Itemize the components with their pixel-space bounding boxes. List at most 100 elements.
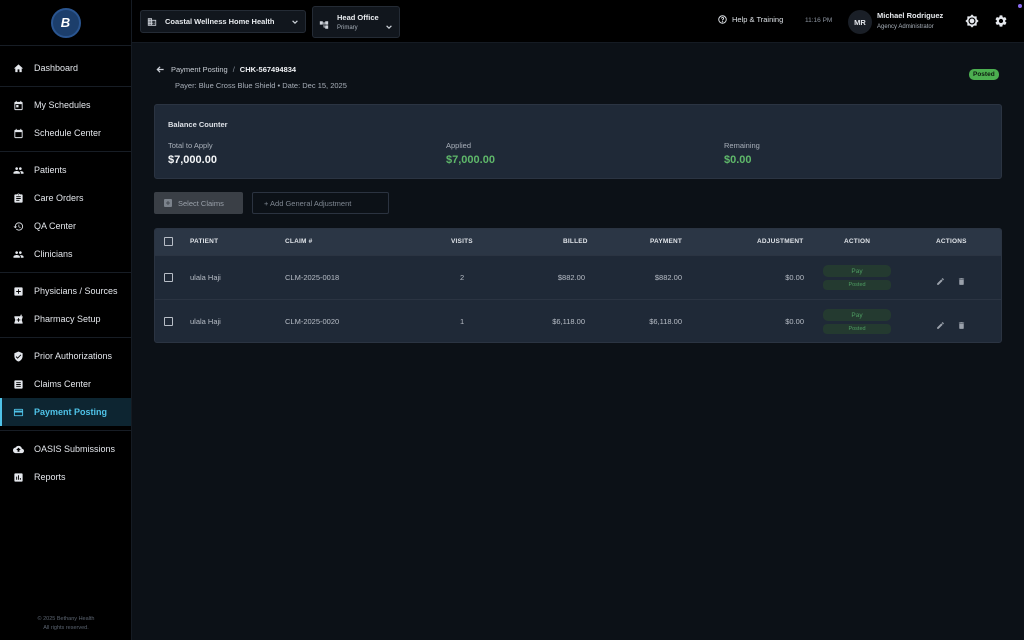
- select-claims-label: Select Claims: [178, 198, 224, 208]
- topbar: Coastal Wellness Home Health Head Office…: [132, 0, 1024, 43]
- pay-button[interactable]: Pay: [823, 265, 891, 277]
- sidebar-item-claims-center[interactable]: Claims Center: [0, 370, 131, 398]
- sidebar-item-payment-posting[interactable]: Payment Posting: [0, 398, 131, 426]
- organization-select[interactable]: Coastal Wellness Home Health: [140, 10, 306, 33]
- sidebar-item-label: Prior Authorizations: [34, 351, 113, 361]
- remaining-label: Remaining: [724, 141, 760, 150]
- gear-icon[interactable]: [994, 14, 1008, 28]
- col-billed: BILLED: [563, 238, 588, 245]
- breadcrumb-separator: /: [232, 65, 235, 74]
- sidebar-item-clinicians[interactable]: Clinicians: [0, 240, 131, 268]
- breadcrumb-parent[interactable]: Payment Posting: [171, 65, 228, 74]
- sidebar-footer: © 2025 Bethany Health All rights reserve…: [0, 615, 132, 633]
- col-patient: PATIENT: [190, 238, 219, 245]
- brand-logo[interactable]: B: [50, 7, 81, 38]
- sidebar-item-reports[interactable]: Reports: [0, 463, 131, 491]
- hierarchy-icon: [319, 17, 329, 29]
- add-general-adjustment-button[interactable]: + Add General Adjustment: [252, 192, 389, 214]
- shield-check-icon: [12, 350, 24, 362]
- office-type: Primary: [337, 25, 358, 31]
- add-adjustment-label: + Add General Adjustment: [264, 198, 352, 208]
- chevron-down-icon: [385, 18, 393, 30]
- row-checkbox[interactable]: [164, 317, 173, 326]
- payer-info: Payer: Blue Cross Blue Shield • Date: De…: [175, 81, 347, 90]
- delete-icon[interactable]: [957, 273, 966, 285]
- rights-text: All rights reserved.: [43, 625, 89, 631]
- bar-chart-icon: [12, 471, 24, 483]
- col-actions: ACTIONS: [936, 238, 967, 245]
- add-box-icon: [164, 199, 172, 207]
- sidebar-item-my-schedules[interactable]: My Schedules: [0, 91, 131, 119]
- sidebar: B Dashboard My Schedules Schedule Center…: [0, 0, 132, 640]
- user-info[interactable]: Michael Rodriguez Agency Administrator: [877, 11, 943, 30]
- back-arrow-icon[interactable]: [156, 65, 165, 74]
- row-checkbox[interactable]: [164, 273, 173, 282]
- clipboard-icon: [12, 192, 24, 204]
- logo-area: B: [0, 0, 131, 46]
- sidebar-item-label: OASIS Submissions: [34, 444, 116, 454]
- list-doc-icon: [12, 378, 24, 390]
- home-icon: [12, 62, 24, 74]
- delete-icon[interactable]: [957, 317, 966, 329]
- notification-dot: [1018, 4, 1022, 8]
- sidebar-item-label: Dashboard: [34, 63, 79, 73]
- remaining-value: $0.00: [724, 154, 752, 166]
- edit-icon[interactable]: [936, 273, 945, 285]
- table-header: PATIENT CLAIM # VISITS BILLED PAYMENT AD…: [155, 229, 1001, 255]
- divider: [0, 86, 131, 87]
- sidebar-item-dashboard[interactable]: Dashboard: [0, 54, 131, 82]
- cell-visits: 2: [460, 273, 465, 282]
- select-claims-button[interactable]: Select Claims: [154, 192, 243, 214]
- applied-value: $7,000.00: [446, 154, 495, 166]
- help-label: Help & Training: [732, 15, 784, 24]
- main-content: Payment Posting / CHK-567494834 Payer: B…: [132, 43, 1024, 640]
- office-text: Head Office Primary: [337, 13, 379, 31]
- applied: Applied $7,000.00: [446, 141, 495, 166]
- col-visits: VISITS: [451, 238, 473, 245]
- posted-tag: Posted: [823, 280, 891, 290]
- pay-button[interactable]: Pay: [823, 309, 891, 321]
- sidebar-item-schedule-center[interactable]: Schedule Center: [0, 119, 131, 147]
- status-badge: Posted: [969, 69, 999, 80]
- sidebar-item-care-orders[interactable]: Care Orders: [0, 184, 131, 212]
- user-role: Agency Administrator: [877, 24, 934, 30]
- avatar[interactable]: MR: [848, 10, 872, 34]
- history-icon: [12, 220, 24, 232]
- divider: [0, 272, 131, 273]
- sidebar-item-label: QA Center: [34, 221, 77, 231]
- cell-payment: $6,118.00: [649, 317, 682, 326]
- cell-patient: ulala Haji: [190, 273, 221, 282]
- balance-title: Balance Counter: [168, 120, 228, 129]
- remaining: Remaining $0.00: [724, 141, 760, 166]
- sidebar-item-oasis-submissions[interactable]: OASIS Submissions: [0, 435, 131, 463]
- credit-card-icon: [12, 406, 24, 418]
- office-select[interactable]: Head Office Primary: [312, 6, 400, 38]
- sidebar-item-physicians-sources[interactable]: Physicians / Sources: [0, 277, 131, 305]
- total-value: $7,000.00: [168, 154, 217, 166]
- pharmacy-icon: [12, 313, 24, 325]
- brightness-icon[interactable]: [965, 14, 979, 28]
- cell-visits: 1: [460, 317, 465, 326]
- sidebar-item-prior-authorizations[interactable]: Prior Authorizations: [0, 342, 131, 370]
- edit-icon[interactable]: [936, 317, 945, 329]
- select-all-checkbox[interactable]: [164, 237, 173, 246]
- divider: [0, 151, 131, 152]
- sidebar-item-qa-center[interactable]: QA Center: [0, 212, 131, 240]
- sidebar-item-label: Patients: [34, 165, 67, 175]
- sidebar-item-label: Claims Center: [34, 379, 92, 389]
- user-name: Michael Rodriguez: [877, 11, 944, 20]
- cell-patient: ulala Haji: [190, 317, 221, 326]
- office-name: Head Office: [337, 13, 379, 22]
- sidebar-item-pharmacy-setup[interactable]: Pharmacy Setup: [0, 305, 131, 333]
- building-icon: [147, 17, 157, 27]
- table-row: ulala Haji CLM-2025-0018 2 $882.00 $882.…: [155, 255, 1001, 299]
- sidebar-item-patients[interactable]: Patients: [0, 156, 131, 184]
- group-icon: [12, 248, 24, 260]
- cell-adjustment: $0.00: [785, 273, 804, 282]
- total-to-apply: Total to Apply $7,000.00: [168, 141, 217, 166]
- cell-adjustment: $0.00: [785, 317, 804, 326]
- col-claim: CLAIM #: [285, 238, 313, 245]
- calendar-icon: [12, 127, 24, 139]
- help-training-link[interactable]: Help & Training: [718, 15, 783, 24]
- check-id: CHK-567494834: [239, 65, 297, 74]
